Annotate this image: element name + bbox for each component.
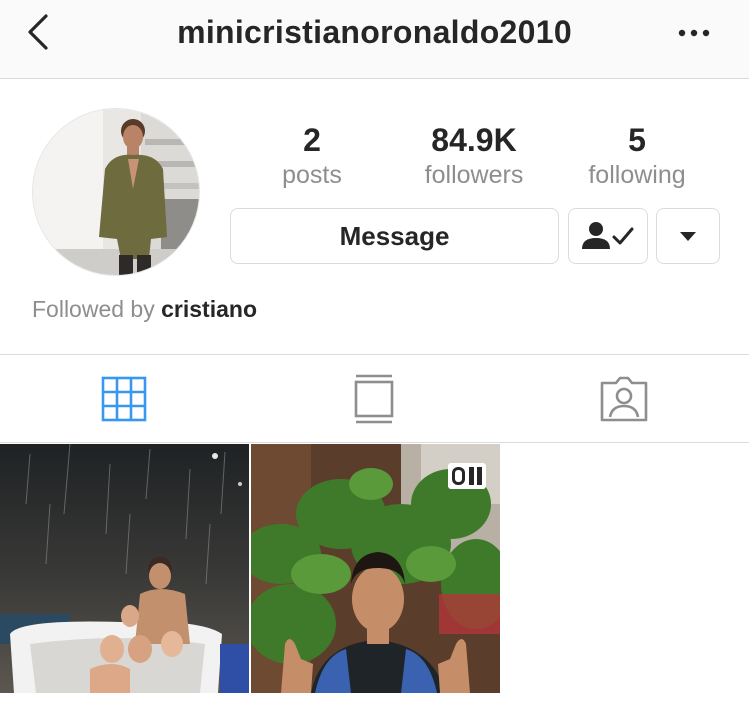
followed-by-prefix: Followed by (32, 296, 155, 322)
more-horizontal-icon (678, 29, 710, 37)
more-options-button[interactable] (676, 22, 712, 44)
suggested-accounts-dropdown-button[interactable] (656, 208, 720, 264)
profile-avatar[interactable] (32, 108, 200, 276)
profile-username: minicristianoronaldo2010 (177, 14, 572, 50)
caret-down-icon (680, 232, 696, 241)
post-thumbnail-1[interactable] (0, 444, 249, 693)
chevron-left-icon (28, 14, 48, 50)
post-thumbnail-2[interactable] (251, 444, 500, 693)
back-button[interactable] (22, 12, 58, 52)
profile-tab-bar (0, 354, 749, 443)
message-button[interactable]: Message (230, 208, 559, 264)
following-count-label: following (588, 161, 686, 189)
top-navigation-bar: minicristianoronaldo2010 (0, 0, 749, 79)
followers-count[interactable]: 84.9K followers (404, 120, 544, 190)
igtv-icon (448, 463, 486, 489)
posts-grid (0, 444, 749, 704)
tagged-person-icon (600, 376, 648, 422)
tab-feed[interactable] (344, 369, 404, 429)
following-status-button[interactable] (568, 208, 648, 264)
following-count-value: 5 (628, 122, 646, 158)
posts-count-label: posts (282, 161, 342, 189)
avatar-photo (33, 109, 199, 275)
following-count[interactable]: 5 following (567, 120, 707, 190)
person-check-icon (582, 222, 634, 249)
posts-count[interactable]: 2 posts (242, 120, 382, 190)
post-image-bathtub (0, 444, 249, 693)
followers-count-value: 84.9K (431, 122, 517, 158)
feed-icon (354, 374, 394, 424)
tab-grid[interactable] (94, 369, 154, 429)
followed-by-user-link[interactable]: cristiano (161, 296, 257, 322)
followers-count-label: followers (424, 161, 524, 189)
followed-by-text: Followed by cristiano (32, 296, 257, 323)
grid-icon (101, 376, 147, 422)
tab-tagged[interactable] (594, 369, 654, 429)
posts-count-value: 2 (303, 122, 321, 158)
